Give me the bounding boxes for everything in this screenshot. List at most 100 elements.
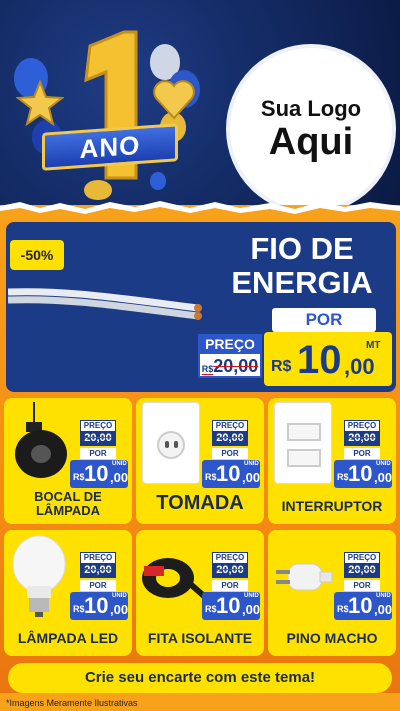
price-currency: R$: [73, 604, 85, 614]
price-decimal: ,00: [110, 470, 129, 485]
price-unit: UNID: [244, 593, 259, 599]
product-name: TOMADA: [156, 492, 244, 514]
price-currency: R$: [271, 358, 292, 375]
star-icon: [16, 80, 64, 126]
outlet-hole: [165, 441, 169, 448]
old-price-box: PREÇO 20,00: [80, 552, 116, 578]
price-unit: MT: [366, 340, 381, 351]
price-currency: R$: [73, 472, 85, 482]
wire-cable-image: [8, 288, 202, 320]
price-tag: R$ 10 UNID ,00: [70, 592, 128, 620]
price-unit: UNID: [376, 461, 391, 467]
price-tag: R$ 10 UNID ,00: [334, 460, 392, 488]
featured-product-title: FIO DE ENERGIA: [208, 232, 396, 300]
por-label: POR: [344, 580, 380, 591]
outlet-hole: [174, 441, 178, 448]
product-name-line1: BOCAL DE: [34, 489, 102, 504]
preco-label: PREÇO: [213, 421, 247, 431]
preco-label: PREÇO: [213, 553, 247, 563]
heart-balloon-icon: [153, 80, 195, 120]
torn-paper-divider: [0, 201, 400, 218]
price-currency: R$: [337, 472, 349, 482]
price-integer: 10: [297, 338, 342, 382]
logo-text-line2: Aqui: [268, 121, 354, 163]
product-name: LÂMPADA LED: [17, 630, 119, 646]
old-price: 20,00: [213, 563, 247, 577]
product-name-line2: LÂMPADA: [35, 503, 101, 518]
price-tag: R$ 10 UNID ,00: [202, 592, 260, 620]
discount-badge: -50%: [10, 240, 64, 270]
preco-label: PREÇO: [198, 334, 262, 354]
product-card-interruptor[interactable]: PREÇO 20,00 POR R$ 10 UNID ,00 INTERRUPT…: [268, 398, 396, 524]
por-label: POR: [80, 580, 116, 591]
price-unit: UNID: [376, 593, 391, 599]
preco-label: PREÇO: [345, 553, 379, 563]
price-decimal: ,00: [242, 470, 261, 485]
preco-label: PREÇO: [81, 553, 115, 563]
price-currency: R$: [337, 604, 349, 614]
price-integer: 10: [84, 593, 109, 618]
old-price-value: 20,00: [213, 356, 259, 376]
preco-label: PREÇO: [81, 421, 115, 431]
price-tag: R$ 10 UNID ,00: [334, 592, 392, 620]
price-integer: 10: [348, 593, 373, 618]
por-label: POR: [272, 308, 376, 332]
product-name: INTERRUPTOR: [281, 498, 383, 514]
old-price: 20,00: [345, 563, 379, 577]
price-integer: 10: [216, 461, 241, 486]
product-name: FITA ISOLANTE: [147, 630, 253, 646]
product-card-bocal[interactable]: PREÇO 20,00 POR R$ 10 UNID ,00 BOCAL DE …: [4, 398, 132, 524]
old-price-currency: R$: [201, 364, 214, 374]
old-price-box: PREÇO 20,00: [212, 420, 248, 446]
product-name: PINO MACHO: [286, 630, 378, 646]
anniversary-ribbon: ANO: [42, 123, 178, 171]
product-card-tomada[interactable]: PREÇO 20,00 POR R$ 10 UNID ,00 TOMADA: [136, 398, 264, 524]
old-price-box: PREÇO 20,00: [344, 420, 380, 446]
power-outlet-image: [142, 402, 200, 484]
outlet-face: [157, 431, 185, 459]
price-decimal: ,00: [344, 354, 375, 379]
logo-text-line1: Sua Logo: [260, 96, 362, 121]
por-label: POR: [212, 580, 248, 591]
old-price: 20,00: [81, 563, 115, 577]
switch-key: [287, 423, 321, 441]
price-integer: 10: [216, 593, 241, 618]
price-unit: UNID: [112, 461, 127, 467]
price-unit: UNID: [244, 461, 259, 467]
price-decimal: ,00: [242, 602, 261, 617]
price-tag: R$ 10 UNID ,00: [202, 460, 260, 488]
product-name: BOCAL DE LÂMPADA: [4, 490, 132, 518]
price-integer: 10: [348, 461, 373, 486]
price-decimal: ,00: [110, 602, 129, 617]
old-price: 20,00: [345, 431, 379, 445]
old-price-box: PREÇO 20,00: [212, 552, 248, 578]
price-tag: R$ 10 UNID ,00: [70, 460, 128, 488]
price-decimal: ,00: [374, 602, 393, 617]
por-label: POR: [80, 448, 116, 459]
price-unit: UNID: [112, 593, 127, 599]
lamp-socket-image: [15, 402, 67, 478]
switch-key: [287, 449, 321, 467]
old-price-box: PREÇO 20,00: [80, 420, 116, 446]
old-price: R$20,00: [200, 356, 260, 377]
price-currency: R$: [205, 472, 217, 482]
price-currency: R$: [205, 604, 217, 614]
disclaimer-text: *Imagens Meramente Ilustrativas: [6, 698, 138, 708]
product-card-pino-macho[interactable]: PREÇO 20,00 POR R$ 10 UNID ,00 PINO MACH…: [268, 530, 396, 656]
plug-image: [276, 563, 333, 591]
light-switch-image: [274, 402, 332, 484]
cta-banner[interactable]: Crie seu encarte com este tema!: [8, 663, 392, 693]
price-integer: 10: [84, 461, 109, 486]
title-line1: FIO DE: [250, 231, 354, 266]
product-card-lampada-led[interactable]: PREÇO 20,00 POR R$ 10 UNID ,00 LÂMPADA L…: [4, 530, 132, 656]
title-line2: ENERGIA: [231, 265, 373, 300]
insulating-tape-image: [142, 558, 204, 599]
old-price: 20,00: [213, 431, 247, 445]
old-price: 20,00: [81, 431, 115, 445]
por-label: POR: [212, 448, 248, 459]
preco-label: PREÇO: [345, 421, 379, 431]
product-card-fita-isolante[interactable]: PREÇO 20,00 POR R$ 10 UNID ,00 FITA ISOL…: [136, 530, 264, 656]
por-label: POR: [344, 448, 380, 459]
old-price-box: PREÇO 20,00: [344, 552, 380, 578]
anniversary-banner: ANO Sua Logo Aqui: [0, 0, 400, 210]
